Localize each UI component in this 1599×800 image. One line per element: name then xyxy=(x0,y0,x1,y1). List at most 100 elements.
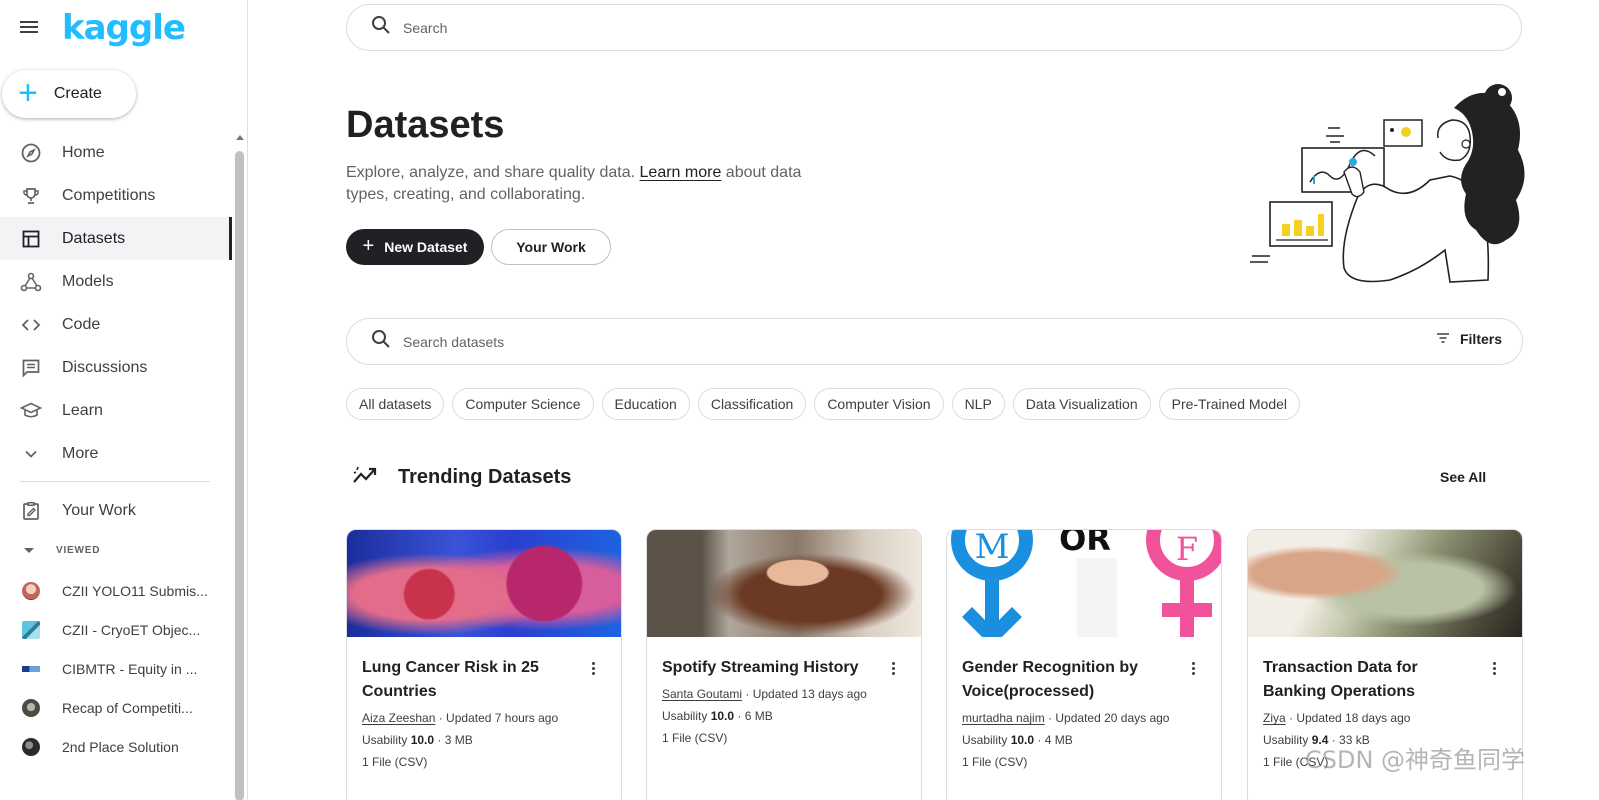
dataset-title[interactable]: Gender Recognition by Voice(processed) xyxy=(962,656,1174,704)
usability-label: Usability xyxy=(362,733,411,747)
dataset-title[interactable]: Lung Cancer Risk in 25 Countries xyxy=(362,656,574,704)
hamburger-menu-icon[interactable] xyxy=(20,18,42,40)
sidebar-item-competitions[interactable]: Competitions xyxy=(0,174,232,217)
avatar xyxy=(22,737,40,756)
sidebar-scrollbar[interactable] xyxy=(235,135,244,800)
svg-text:OR: OR xyxy=(1059,530,1111,558)
trophy-icon xyxy=(20,185,42,207)
viewed-item[interactable]: 2nd Place Solution xyxy=(0,727,232,766)
create-button[interactable]: + Create xyxy=(2,70,136,118)
viewed-item-label: Recap of Competiti... xyxy=(62,699,193,716)
dataset-card[interactable]: Lung Cancer Risk in 25 Countries Aiza Ze… xyxy=(346,529,622,800)
code-icon xyxy=(20,314,42,336)
learn-more-link[interactable]: Learn more xyxy=(640,164,722,181)
sidebar-item-label: Discussions xyxy=(62,358,148,376)
chip-classification[interactable]: Classification xyxy=(697,388,807,420)
global-search-bar[interactable] xyxy=(346,4,1522,51)
more-options-icon[interactable] xyxy=(1486,660,1502,676)
svg-text:F: F xyxy=(1176,530,1198,568)
chip-education[interactable]: Education xyxy=(601,388,690,420)
sidebar-item-discussions[interactable]: Discussions xyxy=(0,346,232,389)
dataset-title[interactable]: Transaction Data for Banking Operations xyxy=(1263,656,1475,704)
sidebar-item-label: Models xyxy=(62,272,114,290)
sidebar-item-label: Learn xyxy=(62,401,103,419)
author-link[interactable]: Ziya xyxy=(1263,711,1286,725)
more-options-icon[interactable] xyxy=(1185,660,1201,676)
datasets-hero-illustration xyxy=(1250,84,1525,283)
viewed-item-label: CZII - CryoET Objec... xyxy=(62,621,201,638)
compass-icon xyxy=(20,142,42,164)
viewed-item[interactable]: CIBMTR - Equity in ... xyxy=(0,649,232,688)
your-work-button[interactable]: Your Work xyxy=(491,229,611,265)
updated-text: · Updated 7 hours ago xyxy=(435,711,559,725)
scrollbar-thumb[interactable] xyxy=(235,151,244,800)
viewed-toggle[interactable]: VIEWED xyxy=(22,545,100,556)
dataset-thumbnail xyxy=(647,530,921,637)
sidebar: kaggle + Create Home Competitions Datase… xyxy=(0,0,248,800)
usability-score: 10.0 xyxy=(410,733,435,747)
viewed-item[interactable]: CZII YOLO11 Submis... xyxy=(0,571,232,610)
sidebar-item-home[interactable]: Home xyxy=(0,131,232,174)
chip-all-datasets[interactable]: All datasets xyxy=(346,388,445,420)
dataset-search-bar[interactable]: Filters xyxy=(346,318,1523,365)
author-link[interactable]: murtadha najim xyxy=(962,711,1045,725)
caret-down-icon xyxy=(24,548,34,553)
sidebar-item-datasets[interactable]: Datasets xyxy=(0,217,232,260)
dataset-card[interactable]: Spotify Streaming History Santa Goutami … xyxy=(646,529,922,800)
updated-text: · Updated 20 days ago xyxy=(1044,711,1170,725)
dataset-size: · 3 MB xyxy=(434,733,473,747)
models-icon xyxy=(20,271,42,293)
dataset-byline: Aiza Zeeshan · Updated 7 hours ago xyxy=(362,710,558,726)
sidebar-nav: Home Competitions Datasets Models Code D… xyxy=(0,131,232,475)
more-options-icon[interactable] xyxy=(885,660,901,676)
kaggle-logo[interactable]: kaggle xyxy=(62,8,186,48)
dataset-card[interactable]: M OR F Gender Recognition by Voice(proce… xyxy=(946,529,1222,800)
sidebar-item-label: Code xyxy=(62,315,101,333)
author-link[interactable]: Aiza Zeeshan xyxy=(362,711,435,725)
chip-pre-trained-model[interactable]: Pre-Trained Model xyxy=(1158,388,1301,420)
trending-icon xyxy=(352,464,378,491)
dataset-files: 1 File (CSV) xyxy=(362,755,428,769)
gender-symbols-image: M OR F xyxy=(951,530,1221,637)
chevron-down-icon xyxy=(20,443,42,465)
viewed-list: CZII YOLO11 Submis... CZII - CryoET Obje… xyxy=(0,571,232,766)
chip-computer-science[interactable]: Computer Science xyxy=(452,388,594,420)
search-icon xyxy=(371,15,391,40)
section-title: Trending Datasets xyxy=(398,466,572,488)
viewed-item[interactable]: Recap of Competiti... xyxy=(0,688,232,727)
dataset-search-input[interactable] xyxy=(403,333,1003,350)
trending-section-header: Trending Datasets xyxy=(352,464,571,491)
sidebar-item-label: More xyxy=(62,444,99,462)
sidebar-item-label: Your Work xyxy=(62,501,136,519)
viewed-item-label: 2nd Place Solution xyxy=(62,738,179,755)
chip-data-visualization[interactable]: Data Visualization xyxy=(1012,388,1151,420)
search-icon xyxy=(371,329,391,354)
sidebar-item-code[interactable]: Code xyxy=(0,303,232,346)
updated-text: · Updated 18 days ago xyxy=(1285,711,1411,725)
sidebar-item-label: Datasets xyxy=(62,229,126,247)
sidebar-item-learn[interactable]: Learn xyxy=(0,389,232,432)
search-input[interactable] xyxy=(403,19,1003,36)
plus-icon: + xyxy=(362,234,375,257)
table-icon xyxy=(20,228,42,250)
sidebar-item-more[interactable]: More xyxy=(0,432,232,475)
sidebar-item-models[interactable]: Models xyxy=(0,260,232,303)
see-all-link[interactable]: See All xyxy=(1440,469,1486,485)
sidebar-divider xyxy=(20,481,210,482)
filters-button[interactable]: Filters xyxy=(1436,331,1502,347)
dataset-title[interactable]: Spotify Streaming History xyxy=(662,656,874,680)
scroll-up-arrow-icon[interactable] xyxy=(235,135,244,140)
new-dataset-button[interactable]: + New Dataset xyxy=(346,229,484,265)
dataset-byline: Ziya · Updated 18 days ago xyxy=(1263,710,1410,726)
dataset-thumbnail xyxy=(1248,530,1522,637)
viewed-item[interactable]: CZII - CryoET Objec... xyxy=(0,610,232,649)
author-link[interactable]: Santa Goutami xyxy=(662,687,742,701)
chip-nlp[interactable]: NLP xyxy=(951,388,1005,420)
chip-computer-vision[interactable]: Computer Vision xyxy=(814,388,944,420)
avatar xyxy=(22,581,40,600)
sidebar-item-your-work[interactable]: Your Work xyxy=(0,489,232,532)
usability-score: 10.0 xyxy=(1010,733,1035,747)
more-options-icon[interactable] xyxy=(585,660,601,676)
filter-icon xyxy=(1436,331,1450,347)
dataset-byline: murtadha najim · Updated 20 days ago xyxy=(962,710,1169,726)
